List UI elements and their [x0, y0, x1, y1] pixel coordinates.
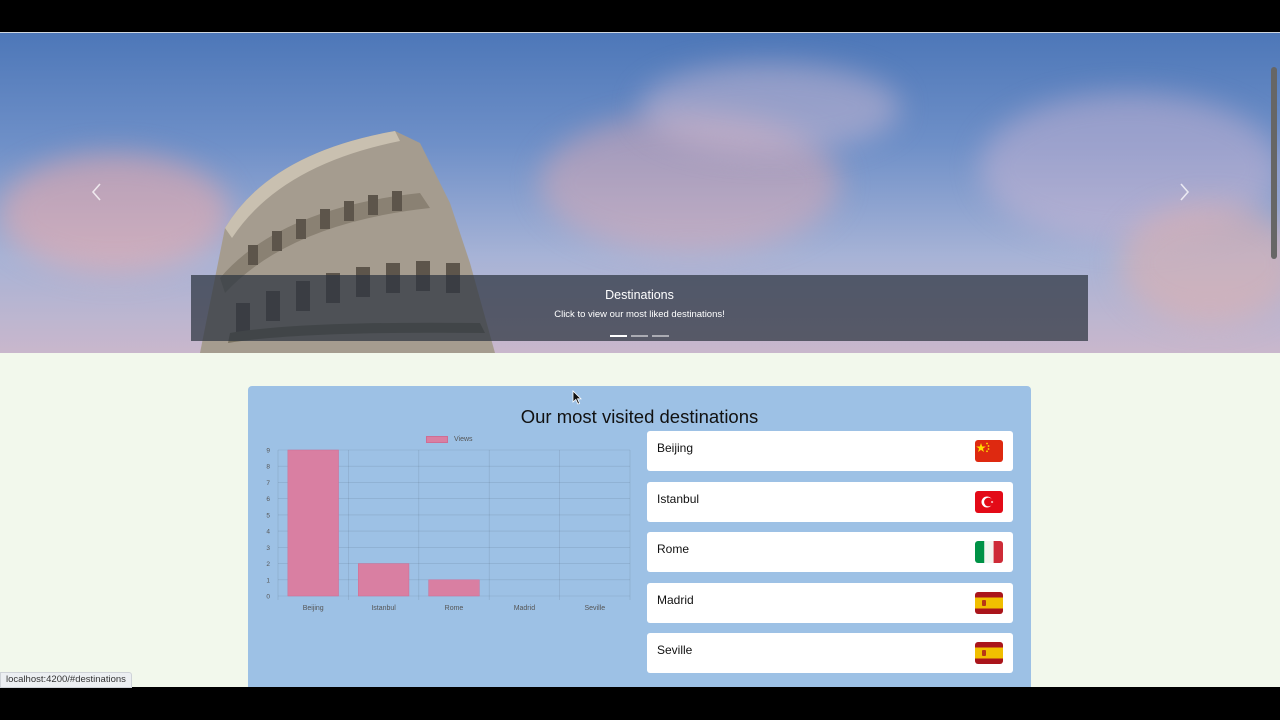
destinations-card: Our most visited destinations Views 0 1 2 3…	[248, 386, 1031, 687]
destination-item-seville[interactable]: Seville	[647, 633, 1013, 673]
caption-text: Click to view our most liked destination…	[554, 309, 725, 320]
legend-label: Views	[454, 436, 473, 443]
caption-title: Destinations	[605, 288, 674, 302]
cloud-decoration	[640, 63, 900, 153]
bar-istanbul	[358, 563, 410, 597]
y-tick-label: 1	[266, 577, 270, 584]
destination-item-istanbul[interactable]: Istanbul	[647, 481, 1013, 522]
destination-name: Beijing	[657, 441, 694, 455]
turkey-flag-icon	[975, 490, 1003, 513]
y-tick-label: 0	[266, 594, 270, 601]
page-viewport: Destinations Click to view our most like…	[0, 33, 1280, 687]
china-flag-icon	[975, 440, 1003, 462]
destination-item-rome[interactable]: Rome	[647, 532, 1013, 572]
chevron-left-icon	[91, 183, 101, 201]
y-tick-label: 9	[266, 448, 270, 455]
carousel-indicator-3[interactable]	[652, 335, 669, 337]
y-tick-label: 8	[266, 464, 270, 471]
carousel-prev-button[interactable]	[82, 177, 112, 207]
x-tick-label: Istanbul	[371, 605, 396, 612]
section-title: Our most visited destinations	[520, 406, 759, 427]
y-tick-label: 4	[266, 529, 270, 536]
destination-list: Beijing Istanbul Rome Madrid Seville	[647, 431, 1013, 684]
italy-flag-icon	[975, 541, 1003, 563]
x-tick-label: Rome	[445, 605, 464, 612]
chart-plot: 0 1 2 3 4 5 6 7 8 9 Beijing Istanbul Rome Madrid Sevil…	[266, 448, 631, 612]
hero-carousel[interactable]: Destinations Click to view our most like…	[0, 33, 1280, 353]
carousel-indicator-2[interactable]	[631, 335, 648, 337]
status-bar-url: localhost:4200/#destinations	[0, 672, 132, 688]
y-tick-label: 3	[266, 545, 270, 552]
carousel-indicator-1[interactable]	[610, 335, 627, 337]
destination-name: Rome	[657, 542, 690, 556]
destination-item-beijing[interactable]: Beijing	[647, 431, 1013, 471]
carousel-next-button[interactable]	[1169, 177, 1199, 207]
destination-name: Madrid	[657, 592, 694, 607]
y-tick-label: 6	[266, 496, 270, 503]
destination-name: Istanbul	[657, 491, 700, 506]
cloud-decoration	[1120, 203, 1280, 323]
x-tick-label: Beijing	[303, 605, 324, 612]
y-tick-label: 2	[266, 561, 270, 568]
y-tick-label: 5	[266, 512, 270, 519]
carousel-indicators	[191, 335, 1088, 337]
legend-swatch	[426, 436, 448, 443]
chevron-right-icon	[1180, 183, 1190, 201]
bar-beijing	[287, 449, 339, 597]
spain-flag-icon	[975, 591, 1003, 614]
x-tick-label: Madrid	[514, 605, 536, 612]
views-bar-chart: Views 0 1 2 3 4 5 6 7 8 9 Beijing Istanbul Rome Madri…	[258, 432, 634, 618]
chart-legend[interactable]: Views	[426, 436, 473, 443]
bar-rome	[428, 579, 480, 597]
spain-flag-icon	[975, 642, 1003, 664]
mouse-cursor-icon	[572, 390, 582, 405]
destination-name: Seville	[657, 643, 693, 657]
destination-item-madrid[interactable]: Madrid	[647, 582, 1013, 623]
y-tick-label: 7	[266, 480, 270, 487]
page-scrollbar[interactable]	[1271, 67, 1277, 259]
x-tick-label: Seville	[584, 605, 605, 612]
carousel-caption[interactable]: Destinations Click to view our most like…	[191, 275, 1088, 341]
